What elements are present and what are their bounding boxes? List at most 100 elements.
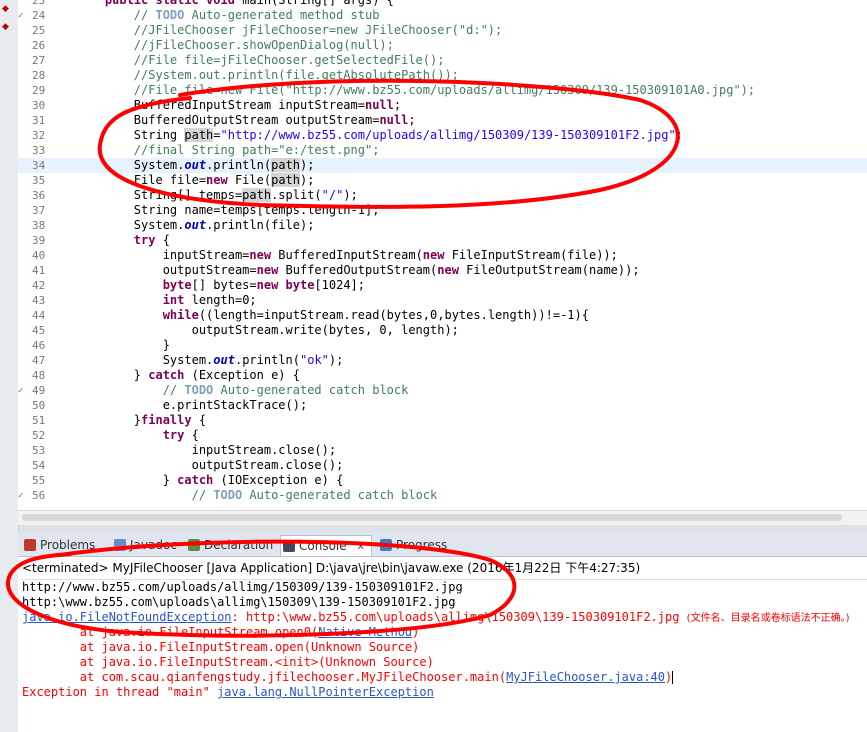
- code-token: BufferedOutputStream(: [278, 263, 438, 277]
- code-line[interactable]: 38 System.out.println(file);: [18, 218, 867, 233]
- code-token: outputStream=: [76, 263, 257, 277]
- code-text: int length=0;: [76, 293, 257, 308]
- tab-javadoc[interactable]: Javadoc: [112, 535, 177, 555]
- code-line[interactable]: 46 }: [18, 338, 867, 353]
- line-number: 42: [32, 279, 46, 292]
- code-line[interactable]: 55 } catch (IOException e) {: [18, 473, 867, 488]
- editor-horizontal-scrollbar[interactable]: [18, 510, 867, 525]
- line-number: 55: [32, 474, 46, 487]
- code-token: =: [213, 128, 221, 142]
- code-token: String[] temps=: [76, 188, 243, 202]
- line-number: 34: [32, 159, 46, 172]
- line-number: 27: [32, 54, 46, 67]
- code-token: ;: [408, 113, 416, 127]
- code-line[interactable]: 29 //File file=new File("http://www.bz55…: [18, 83, 867, 98]
- code-token: while: [162, 308, 199, 322]
- code-token: String: [76, 128, 185, 142]
- code-line[interactable]: 41 outputStream=new BufferedOutputStream…: [18, 263, 867, 278]
- code-line[interactable]: 43 int length=0;: [18, 293, 867, 308]
- tab-progress[interactable]: Progress: [378, 535, 447, 555]
- stack-line: at java.io.FileInputStream.open(Unknown …: [22, 640, 420, 654]
- code-line[interactable]: 44 while((length=inputStream.read(bytes,…: [18, 308, 867, 323]
- code-line[interactable]: ✓ 49 // TODO Auto-generated catch block: [18, 383, 867, 398]
- code-text: System.out.println(file);: [76, 218, 315, 233]
- code-token: );: [300, 158, 315, 172]
- code-token: .println(: [206, 158, 272, 172]
- console-output[interactable]: http://www.bz55.com/uploads/allimg/15030…: [18, 580, 867, 732]
- code-token: {: [155, 233, 170, 247]
- code-line[interactable]: 35 File file=new File(path);: [18, 173, 867, 188]
- tab-declaration[interactable]: Declaration: [186, 535, 273, 555]
- code-token: path: [271, 158, 300, 172]
- line-number: 51: [32, 414, 46, 427]
- code-line[interactable]: 28 //System.out.println(file.getAbsolute…: [18, 68, 867, 83]
- close-icon[interactable]: ✕: [356, 542, 364, 553]
- code-line[interactable]: 27 //File file=jFileChooser.getSelectedF…: [18, 53, 867, 68]
- code-token: -1];: [350, 203, 380, 217]
- code-line[interactable]: 32 String path="http://www.bz55.com/uplo…: [18, 128, 867, 143]
- code-token: outputStream.close();: [76, 458, 344, 472]
- code-line[interactable]: 36 String[] temps=path.split("/");: [18, 188, 867, 203]
- code-area[interactable]: 23 public static void main(String[] args…: [18, 0, 867, 510]
- code-line[interactable]: 25 //JFileChooser jFileChooser=new JFile…: [18, 23, 867, 38]
- code-text: File file=new File(path);: [76, 173, 314, 188]
- line-number: 54: [32, 459, 46, 472]
- code-line[interactable]: 53 inputStream.close();: [18, 443, 867, 458]
- scrollbar-thumb[interactable]: [22, 514, 842, 521]
- code-token: inputStream=: [76, 248, 250, 262]
- code-line[interactable]: 39 try {: [18, 233, 867, 248]
- code-line[interactable]: 47 System.out.println("ok");: [18, 353, 867, 368]
- code-line[interactable]: 52 try {: [18, 428, 867, 443]
- code-line[interactable]: 48 } catch (Exception e) {: [18, 368, 867, 383]
- tab-problems[interactable]: Problems: [22, 535, 95, 555]
- task-marker-icon[interactable]: ✓: [18, 491, 28, 501]
- code-token: System.: [76, 158, 185, 172]
- code-text: //File file=new File("http://www.bz55.co…: [76, 83, 755, 98]
- code-line[interactable]: 30 BufferedInputStream inputStream=null;: [18, 98, 867, 113]
- code-token: );: [300, 173, 315, 187]
- code-token: Auto-generated method stub: [184, 8, 380, 22]
- code-token: new: [249, 248, 272, 262]
- code-line[interactable]: 23 public static void main(String[] args…: [18, 0, 867, 8]
- code-line[interactable]: 31 BufferedOutputStream outputStream=nul…: [18, 113, 867, 128]
- code-text: // TODO Auto-generated method stub: [76, 8, 380, 23]
- task-marker-icon[interactable]: ✓: [18, 11, 28, 21]
- code-line[interactable]: ✓ 56 // TODO Auto-generated catch block: [18, 488, 867, 503]
- code-token: ((length=inputStream.read(bytes,0,bytes.: [198, 308, 488, 322]
- task-marker-icon[interactable]: ✓: [18, 386, 28, 396]
- code-line[interactable]: 54 outputStream.close();: [18, 458, 867, 473]
- left-side-strip: ◆ ◆: [0, 0, 19, 732]
- code-line[interactable]: 26 //jFileChooser.showOpenDialog(null);: [18, 38, 867, 53]
- code-token: length: [487, 308, 532, 322]
- code-editor[interactable]: 23 public static void main(String[] args…: [18, 0, 867, 510]
- code-line[interactable]: 42 byte[] bytes=new byte[1024];: [18, 278, 867, 293]
- exception-link[interactable]: java.io.FileNotFoundException: [22, 610, 232, 624]
- code-line[interactable]: 34 System.out.println(path);: [18, 158, 867, 173]
- code-text: byte[] bytes=new byte[1024];: [76, 278, 365, 293]
- code-text: inputStream.close();: [76, 443, 337, 458]
- line-number: 46: [32, 339, 46, 352]
- tab-console[interactable]: Console ✕: [280, 535, 372, 556]
- code-token: out: [184, 158, 207, 172]
- line-number: 49: [32, 384, 46, 397]
- code-token: ;: [393, 98, 402, 112]
- code-token: File(: [227, 173, 272, 187]
- native-method-link[interactable]: Native Method: [318, 625, 412, 639]
- line-number: 52: [32, 429, 46, 442]
- code-line[interactable]: 40 inputStream=new BufferedInputStream(n…: [18, 248, 867, 263]
- source-link[interactable]: MyJFileChooser.java:40: [506, 670, 665, 684]
- code-token: }: [76, 413, 142, 427]
- code-token: inputStream.close();: [76, 443, 337, 457]
- code-token: //jFileChooser.showOpenDialog(null);: [76, 38, 394, 52]
- code-token: //File file=new File("http://www.bz55.co…: [76, 83, 756, 97]
- code-line[interactable]: 50 e.printStackTrace();: [18, 398, 867, 413]
- code-line[interactable]: 51 }finally {: [18, 413, 867, 428]
- code-line[interactable]: 37 String name=temps[temps.length-1];: [18, 203, 867, 218]
- error-marker-icon: ◆: [2, 22, 9, 32]
- code-line[interactable]: ✓ 24 // TODO Auto-generated method stub: [18, 8, 867, 23]
- null-pointer-link[interactable]: java.lang.NullPointerException: [217, 685, 434, 699]
- code-line[interactable]: 33 //final String path="e:/test.png";: [18, 143, 867, 158]
- code-line[interactable]: 45 outputStream.write(bytes, 0, length);: [18, 323, 867, 338]
